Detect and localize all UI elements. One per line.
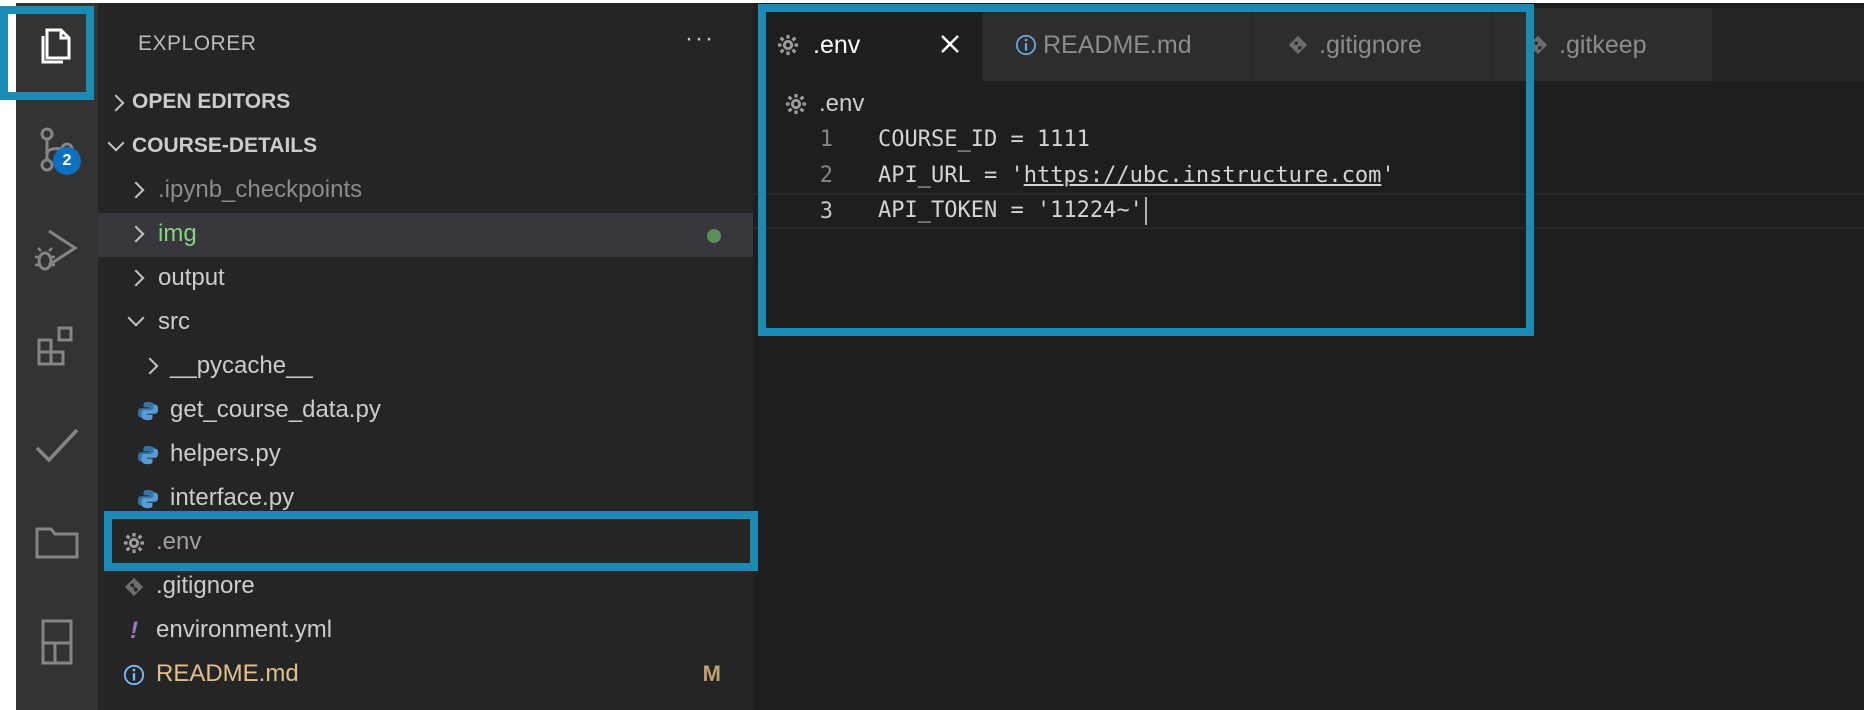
editor-area: .env README.md .gitignore .gitkeep .env … <box>753 3 1864 710</box>
modified-badge: M <box>702 661 721 686</box>
tree-item-pycache[interactable]: __pycache__ <box>98 345 753 389</box>
explorer-header: EXPLORER ··· <box>98 21 753 67</box>
tree-item-label: helpers.py <box>170 440 281 467</box>
notebook-icon <box>33 617 81 670</box>
chevron-right-icon <box>127 181 145 199</box>
git-icon <box>122 575 146 599</box>
chevron-right-icon <box>141 357 159 375</box>
breadcrumb[interactable]: .env <box>783 87 864 121</box>
python-icon <box>136 487 160 511</box>
notebook-activity-button[interactable] <box>16 603 98 683</box>
explorer-sidebar: EXPLORER ··· OPEN EDITORS COURSE-DETAILS… <box>98 3 753 710</box>
tab-bar: .env README.md .gitignore .gitkeep <box>753 8 1864 81</box>
folder-activity-button[interactable] <box>16 503 98 583</box>
tree-item-label: .ipynb_checkpoints <box>158 176 363 203</box>
text-cursor <box>1144 197 1147 225</box>
tab-label: .gitignore <box>1319 31 1422 59</box>
info-icon <box>122 663 146 687</box>
open-editors-section[interactable]: OPEN EDITORS <box>98 81 753 125</box>
code-line-current: 3 API_TOKEN = '11224~' <box>753 193 1864 229</box>
tree-item-src[interactable]: src <box>98 301 753 345</box>
tree-item-label: .gitignore <box>156 572 255 599</box>
explorer-activity-button[interactable] <box>16 6 98 86</box>
line-text: COURSE_ID = 1111 <box>878 126 1090 152</box>
run-debug-icon <box>33 225 81 278</box>
line-number: 3 <box>819 198 833 224</box>
code-line: 2 API_URL = 'https://ubc.instructure.com… <box>753 157 1864 193</box>
tree-item-readme[interactable]: README.md M <box>98 653 753 697</box>
git-icon <box>1285 32 1311 58</box>
line-number: 2 <box>819 162 833 188</box>
explorer-title: EXPLORER <box>138 32 257 55</box>
tree-item-label: src <box>158 308 190 335</box>
source-control-activity-button[interactable]: 2 <box>16 111 98 191</box>
more-actions-button[interactable]: ··· <box>685 25 715 53</box>
testing-activity-button[interactable] <box>16 408 98 488</box>
breadcrumb-label: .env <box>819 90 865 117</box>
tree-item-label: __pycache__ <box>170 352 313 379</box>
tree-item-get-course-data[interactable]: get_course_data.py <box>98 389 753 433</box>
tree-item-img[interactable]: img <box>98 213 753 257</box>
tree-item-label: img <box>158 220 197 247</box>
tab-label: README.md <box>1043 31 1192 59</box>
tree-item-label: output <box>158 264 225 291</box>
tree-item-label: README.md <box>156 660 299 687</box>
open-editors-label: OPEN EDITORS <box>132 90 291 113</box>
info-icon <box>1013 32 1039 58</box>
changes-badge: 2 <box>53 147 81 175</box>
check-icon <box>33 422 81 475</box>
tree-item-gitignore[interactable]: .gitignore <box>98 565 753 609</box>
yaml-icon: ! <box>130 617 138 644</box>
chevron-right-icon <box>127 269 145 287</box>
python-icon <box>136 443 160 467</box>
tree-item-label: environment.yml <box>156 616 333 643</box>
tab-gitkeep[interactable]: .gitkeep <box>1493 8 1713 81</box>
git-icon <box>1525 32 1551 58</box>
tree-item-label: .env <box>156 528 202 555</box>
url-link[interactable]: https://ubc.instructure.com <box>1024 163 1382 188</box>
line-text: API_TOKEN = '11224~' <box>878 197 1147 225</box>
activity-bar: 2 <box>16 3 98 710</box>
chevron-right-icon <box>127 225 145 243</box>
chevron-down-icon <box>107 134 125 152</box>
gear-icon <box>783 91 809 117</box>
code-editor[interactable]: 1 COURSE_ID = 1111 2 API_URL = 'https://… <box>753 121 1864 229</box>
gear-icon <box>775 32 801 58</box>
tab-readme[interactable]: README.md <box>983 8 1253 81</box>
tree-item-label: get_course_data.py <box>170 396 381 423</box>
chevron-down-icon <box>127 309 145 327</box>
close-icon[interactable] <box>938 32 962 56</box>
tree-item-interface[interactable]: interface.py <box>98 477 753 521</box>
tab-label: .env <box>813 31 861 59</box>
gear-icon <box>122 531 146 555</box>
folder-icon <box>33 517 81 570</box>
extensions-icon <box>33 322 81 375</box>
tree-item-environment-yml[interactable]: ! environment.yml <box>98 609 753 653</box>
tree-item-env[interactable]: .env <box>98 521 753 565</box>
tab-env[interactable]: .env <box>753 8 983 81</box>
line-text: API_URL = 'https://ubc.instructure.com' <box>878 162 1395 188</box>
tree-item-ipynb-checkpoints[interactable]: .ipynb_checkpoints <box>98 169 753 213</box>
project-section[interactable]: COURSE-DETAILS <box>98 125 753 169</box>
code-line: 1 COURSE_ID = 1111 <box>753 121 1864 157</box>
untracked-dot-icon <box>707 229 721 243</box>
chevron-right-icon <box>107 94 125 112</box>
tree-item-output[interactable]: output <box>98 257 753 301</box>
vscode-window: 2 EXPLORER ··· OPEN EDITORS COURSE-DETAI… <box>16 3 1864 710</box>
extensions-activity-button[interactable] <box>16 308 98 388</box>
python-icon <box>136 399 160 423</box>
run-debug-activity-button[interactable] <box>16 211 98 291</box>
tab-label: .gitkeep <box>1559 31 1647 59</box>
project-label: COURSE-DETAILS <box>132 134 318 157</box>
tree-item-helpers[interactable]: helpers.py <box>98 433 753 477</box>
files-icon <box>33 20 81 73</box>
line-number: 1 <box>819 126 833 152</box>
tree-item-label: interface.py <box>170 484 295 511</box>
tab-gitignore[interactable]: .gitignore <box>1253 8 1493 81</box>
